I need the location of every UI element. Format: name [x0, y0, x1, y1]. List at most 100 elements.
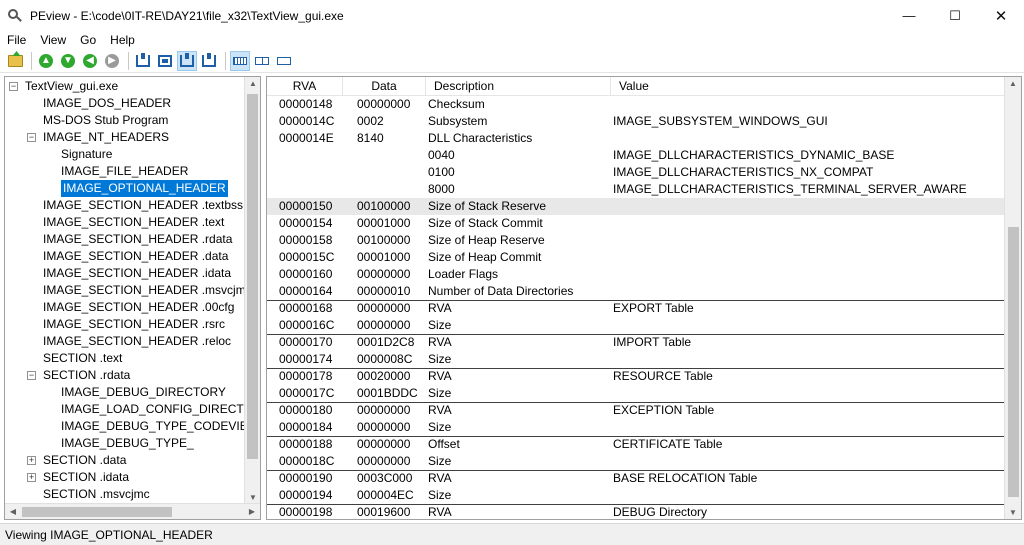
table-row[interactable]: 00000150 00100000 Size of Stack Reserve [267, 198, 1005, 215]
export-button[interactable] [177, 51, 197, 71]
tree-item-label: IMAGE_SECTION_HEADER .data [43, 249, 229, 263]
cell-data: 00000000 [357, 437, 411, 451]
view-hex-button[interactable] [230, 51, 250, 71]
collapse-icon[interactable]: − [27, 371, 36, 380]
column-header-value[interactable]: Value [611, 77, 1005, 96]
cell-rva: 00000174 [279, 352, 333, 366]
tree-item-label: SECTION .text [43, 351, 123, 365]
tree-view[interactable]: − TextView_gui.exe IMAGE_DOS_HEADER MS-DOS … [4, 76, 261, 520]
table-row[interactable]: 00000170 0001D2C8 RVA IMPORT Table [267, 334, 1005, 351]
nav-back-button[interactable]: ◀ [80, 51, 100, 71]
table-row[interactable]: 00000180 00000000 RVA EXCEPTION Table [267, 402, 1005, 419]
tree-item-label: IMAGE_DEBUG_DIRECTORY [61, 385, 226, 399]
list-header: RVA Data Description Value [267, 77, 1005, 96]
table-row[interactable]: 8000 IMAGE_DLLCHARACTERISTICS_TERMINAL_SE… [267, 181, 1005, 198]
scroll-down-arrow-icon[interactable]: ▼ [1005, 508, 1021, 517]
cell-description: Size of Stack Commit [428, 216, 543, 230]
table-row[interactable]: 00000154 00001000 Size of Stack Commit [267, 215, 1005, 232]
tree-vertical-scrollbar[interactable]: ▲ ▼ [244, 77, 260, 504]
table-row[interactable]: 00000188 00000000 Offset CERTIFICATE Table [267, 436, 1005, 453]
cell-data: 00000000 [357, 454, 411, 468]
tree-item-label: SECTION .idata [43, 470, 130, 484]
tree-item-label: IMAGE_LOAD_CONFIG_DIRECTO [61, 402, 253, 416]
table-row[interactable]: 00000174 0000008C Size [267, 351, 1005, 368]
scroll-left-arrow-icon[interactable]: ◀ [5, 507, 21, 516]
table-row[interactable]: 0100 IMAGE_DLLCHARACTERISTICS_NX_COMPAT [267, 164, 1005, 181]
cell-rva: 00000198 [279, 505, 333, 519]
tree-item-label: SECTION .data [43, 453, 127, 467]
collapse-icon[interactable]: − [9, 82, 18, 91]
cell-description: RVA [428, 403, 452, 417]
menu-file[interactable]: File [0, 31, 33, 50]
view-dump-button[interactable] [252, 51, 272, 71]
column-header-rva[interactable]: RVA [267, 77, 343, 96]
table-row[interactable]: 0040 IMAGE_DLLCHARACTERISTICS_DYNAMIC_BAS… [267, 147, 1005, 164]
menu-view[interactable]: View [33, 31, 73, 50]
list-vertical-scrollbar[interactable]: ▲ ▼ [1004, 77, 1021, 519]
maximize-button[interactable]: ☐ [932, 0, 978, 31]
cell-rva: 00000190 [279, 471, 333, 485]
cell-data: 00000000 [357, 301, 411, 315]
magnifier-icon [8, 8, 22, 23]
table-row[interactable]: 00000194 000004EC Size [267, 487, 1005, 504]
collapse-icon[interactable]: − [27, 133, 36, 142]
cell-description: Loader Flags [428, 267, 499, 281]
cell-data: 00001000 [357, 216, 411, 230]
table-row[interactable]: 00000158 00100000 Size of Heap Reserve [267, 232, 1005, 249]
menu-help[interactable]: Help [103, 31, 142, 50]
table-row[interactable]: 0000015C 00001000 Size of Heap Commit [267, 249, 1005, 266]
scroll-up-arrow-icon[interactable]: ▲ [1005, 79, 1021, 88]
window-title: PEview - E:\code\0IT-RE\DAY21\file_x32\T… [30, 8, 344, 23]
table-row[interactable]: 0000014C 0002 Subsystem IMAGE_SUBSYSTEM_WIN… [267, 113, 1005, 130]
scroll-right-arrow-icon[interactable]: ▶ [244, 507, 260, 516]
tree-item-label: IMAGE_DEBUG_TYPE_ [61, 436, 194, 450]
table-row[interactable]: 00000184 00000000 Size [267, 419, 1005, 436]
list-vertical-scroll-thumb[interactable] [1008, 227, 1019, 497]
cell-data: 00100000 [357, 233, 411, 247]
cell-description: Size [428, 386, 452, 400]
nav-forward-button[interactable]: ▶ [102, 51, 122, 71]
copy-button[interactable] [155, 51, 175, 71]
cell-data: 0001BDDC [357, 386, 418, 400]
export-all-button[interactable] [199, 51, 219, 71]
table-row[interactable]: 00000148 00000000 Checksum [267, 96, 1005, 113]
table-row[interactable]: 00000164 00000010 Number of Data Directori… [267, 283, 1005, 300]
scroll-up-arrow-icon[interactable]: ▲ [245, 79, 260, 88]
details-list-view[interactable]: RVA Data Description Value 00000148 00000… [266, 76, 1022, 520]
cell-data: 00000000 [357, 267, 411, 281]
table-row[interactable]: 00000178 00020000 RVA RESOURCE Table [267, 368, 1005, 385]
view-text-button[interactable] [274, 51, 294, 71]
tree-item-label: IMAGE_SECTION_HEADER .rsrc [43, 317, 226, 331]
cell-rva: 00000180 [279, 403, 333, 417]
table-row[interactable]: 00000198 00019600 RVA DEBUG Directory [267, 504, 1005, 519]
column-header-description[interactable]: Description [426, 77, 611, 96]
cell-description: RVA [428, 335, 452, 349]
menu-go[interactable]: Go [73, 31, 103, 50]
tree-horizontal-scroll-thumb[interactable] [22, 507, 172, 517]
cell-rva: 00000160 [279, 267, 333, 281]
expand-icon[interactable]: + [27, 473, 36, 482]
cell-data: 00100000 [357, 199, 411, 213]
scroll-down-arrow-icon[interactable]: ▼ [245, 493, 260, 502]
tree-vertical-scroll-thumb[interactable] [247, 94, 258, 459]
table-row[interactable]: 0000014E 8140 DLL Characteristics [267, 130, 1005, 147]
cell-rva: 00000150 [279, 199, 333, 213]
table-row[interactable]: 0000017C 0001BDDC Size [267, 385, 1005, 402]
expand-icon[interactable]: + [27, 456, 36, 465]
table-row[interactable]: 00000160 00000000 Loader Flags [267, 266, 1005, 283]
open-button[interactable] [5, 51, 25, 71]
table-row[interactable]: 0000016C 00000000 Size [267, 317, 1005, 334]
table-row[interactable]: 00000190 0003C000 RVA BASE RELOCATION Table [267, 470, 1005, 487]
minimize-button[interactable]: — [886, 0, 932, 31]
table-row[interactable]: 00000168 00000000 RVA EXPORT Table [267, 300, 1005, 317]
nav-down-button[interactable]: ▼ [58, 51, 78, 71]
column-header-data[interactable]: Data [343, 77, 426, 96]
cell-rva: 00000170 [279, 335, 333, 349]
nav-up-button[interactable]: ▲ [36, 51, 56, 71]
tree-horizontal-scrollbar[interactable]: ◀ ▶ [5, 503, 260, 519]
save-button[interactable] [133, 51, 153, 71]
table-row[interactable]: 0000018C 00000000 Size [267, 453, 1005, 470]
close-button[interactable]: ✕ [978, 0, 1024, 31]
cell-value: EXPORT Table [613, 301, 694, 315]
cell-description: RVA [428, 471, 452, 485]
